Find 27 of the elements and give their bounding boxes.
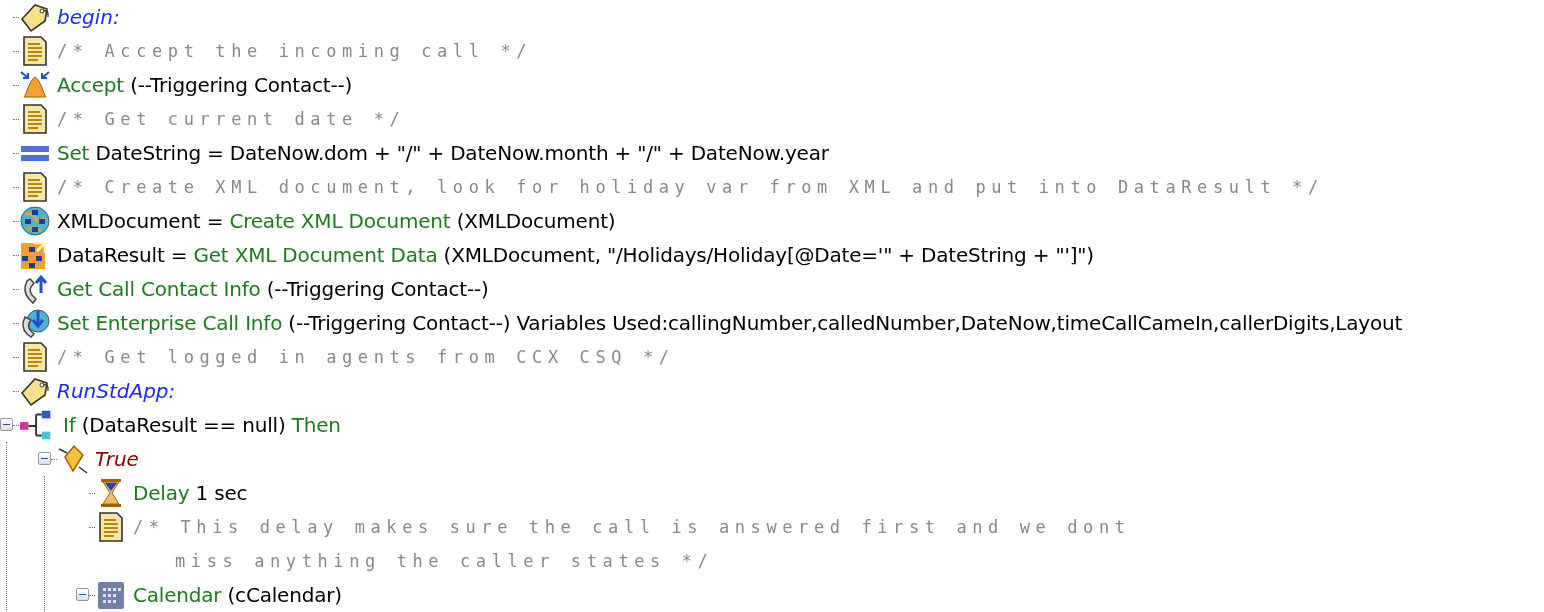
tag-icon (19, 375, 51, 407)
comment-text: /* Create XML document, look for holiday var from XML and put into DataResult */ (57, 176, 1324, 199)
comment-text: /* Get current date */ (57, 108, 406, 131)
phone-globe-icon (19, 307, 51, 339)
tag-split-icon (57, 443, 89, 475)
collapse-toggle[interactable] (38, 452, 51, 465)
calendar-icon (95, 579, 127, 611)
label-text: RunStdApp: (57, 378, 176, 405)
tag-icon (19, 1, 51, 33)
step-text[interactable]: If (DataResult == null) Then (63, 408, 341, 442)
step-text[interactable]: Set DateString = DateNow.dom + "/" + DateNow.month + "/" + DateNow.year (57, 136, 829, 170)
comment-text: /* Get logged in agents from CCX CSQ */ (57, 346, 675, 369)
collapse-toggle[interactable] (76, 588, 89, 601)
step-text[interactable]: Delay 1 sec (133, 476, 248, 510)
label-text: begin: (57, 4, 120, 31)
globe-tree-icon (19, 205, 51, 237)
branch-label: True (95, 446, 139, 473)
step-text[interactable]: XMLDocument = Create XML Document (XMLDocument) (57, 204, 616, 238)
step-text[interactable]: DataResult = Get XML Document Data (XMLDocument, "/Holidays/Holiday[@Date='" + DateString + "']") (57, 238, 1094, 272)
bell-arrows-icon (19, 69, 51, 101)
step-text[interactable]: Calendar (cCalendar) (133, 578, 342, 612)
step-text[interactable]: Set Enterprise Call Info (--Triggering Contact--) Variables Used:callingNumber,calledNumber,DateNow,timeCallCameIn,callerDigits,Layout (57, 306, 1403, 340)
comment-text: /* This delay makes sure the call is answered first and we dont miss anything the caller states */ (133, 516, 1131, 573)
step-text[interactable]: Get Call Contact Info (--Triggering Contact--) (57, 272, 489, 306)
collapse-toggle[interactable] (0, 418, 13, 431)
step-text[interactable]: Accept (--Triggering Contact--) (57, 68, 353, 102)
comment-text: /* Accept the incoming call */ (57, 40, 533, 63)
